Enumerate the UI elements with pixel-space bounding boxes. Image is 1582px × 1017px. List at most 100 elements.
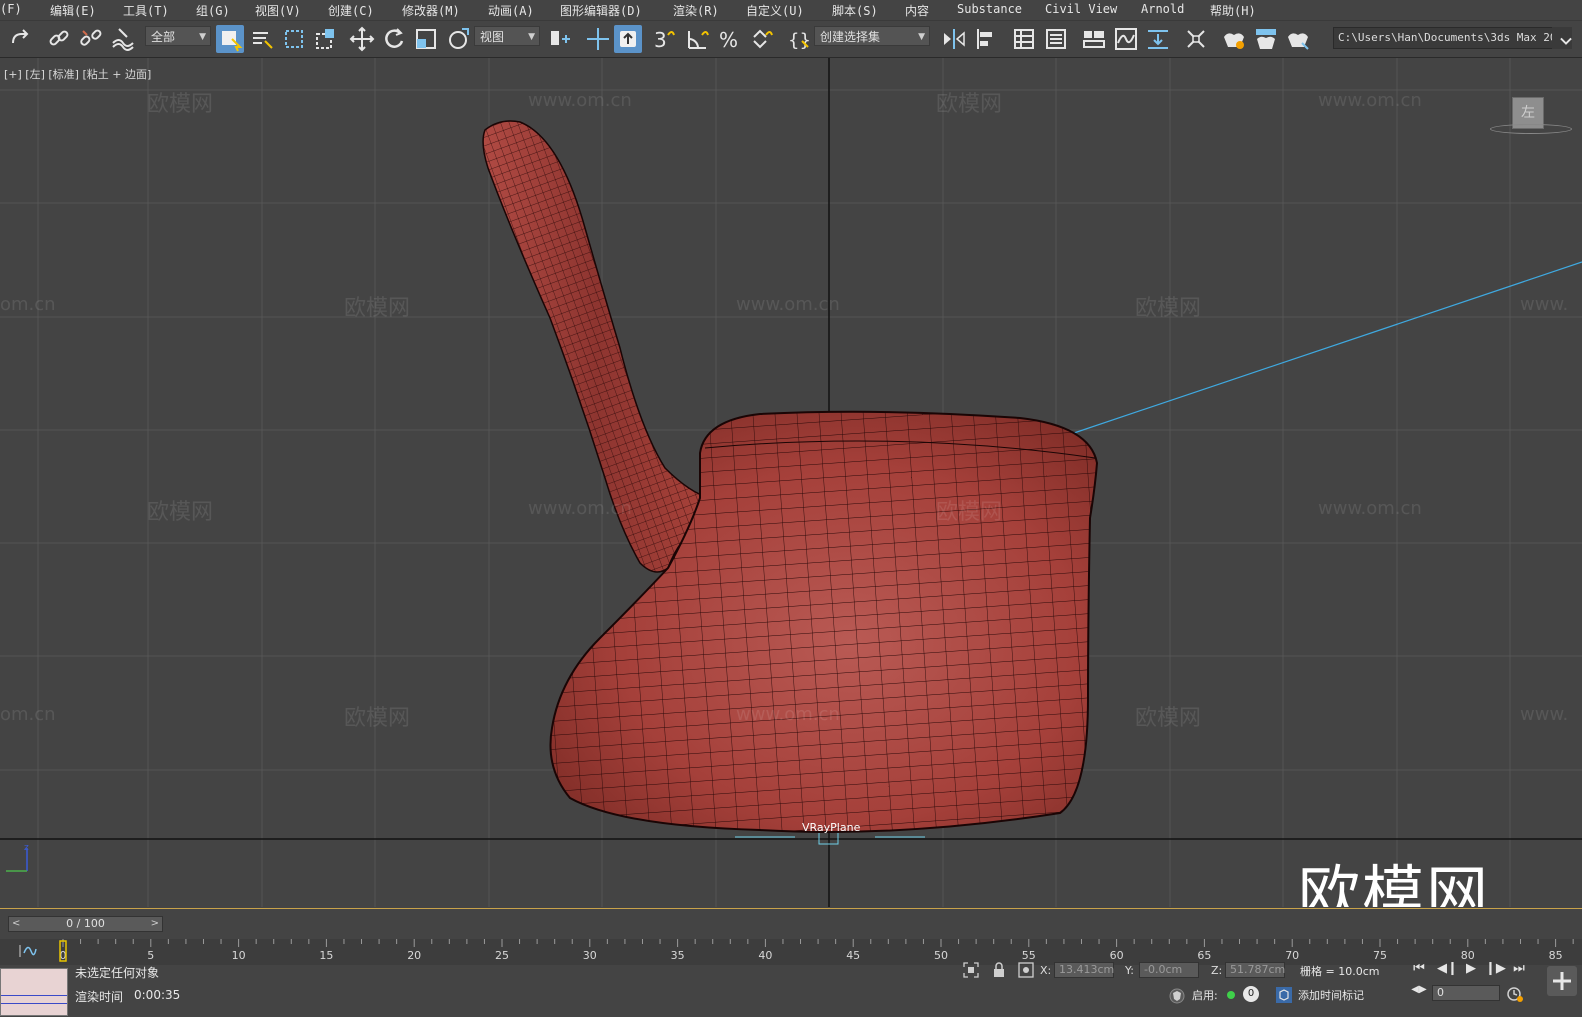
previous-frame-icon[interactable]: ◀❙ [1437, 961, 1458, 979]
time-config-icon[interactable] [1506, 985, 1524, 1003]
mini-curve-icon[interactable] [19, 945, 37, 957]
angle-snap-icon[interactable] [684, 25, 712, 53]
watermark-url: om.cn [0, 704, 56, 725]
viewport-left[interactable]: z [+] [左] [标准] [粘土 + 边面] 欧模网 www.om.cn 欧… [0, 58, 1582, 907]
viewcube-compass-ring[interactable] [1490, 124, 1572, 134]
chevron-down-icon[interactable] [1552, 27, 1572, 49]
layer-explorer-icon[interactable] [1042, 25, 1070, 53]
go-to-start-icon[interactable]: ⏮ [1410, 961, 1428, 979]
mirror-icon[interactable] [940, 25, 968, 53]
menu-modifiers[interactable]: 修改器(M) [402, 2, 460, 19]
toggle-ribbon-icon[interactable] [1080, 25, 1108, 53]
frame-nav-arrows-icon[interactable]: ◀▶ [1410, 984, 1428, 1002]
rectangular-selection-icon[interactable] [280, 25, 308, 53]
watermark-url: www. [1520, 294, 1569, 315]
align-icon[interactable] [972, 25, 1000, 53]
track-tick-label: 20 [407, 949, 421, 962]
select-manipulate-icon[interactable] [584, 25, 612, 53]
menu-bar: (F) 编辑(E) 工具(T) 组(G) 视图(V) 创建(C) 修改器(M) … [0, 0, 1582, 21]
time-tag-icon[interactable] [1275, 986, 1293, 1004]
track-tick-label: 50 [934, 949, 948, 962]
add-time-tag[interactable]: 添加时间标记 [1298, 987, 1364, 1003]
scale-icon[interactable] [412, 25, 440, 53]
window-crossing-icon[interactable] [312, 25, 340, 53]
svg-text:%: % [719, 28, 738, 52]
rotate-icon[interactable] [380, 25, 408, 53]
select-by-name-icon[interactable] [248, 25, 276, 53]
maxscript-listener-mini[interactable] [0, 968, 68, 1016]
lock-icon[interactable] [990, 961, 1008, 979]
ref-coord-dropdown[interactable]: 视图 ▼ [474, 26, 540, 46]
schematic-view-icon[interactable] [1144, 25, 1172, 53]
isolate-selection-icon[interactable] [962, 961, 980, 979]
menu-substance[interactable]: Substance [957, 2, 1022, 16]
snaps-toggle-icon[interactable]: 3 [650, 25, 678, 53]
absolute-mode-icon[interactable] [1017, 961, 1035, 979]
pivot-center-icon[interactable] [546, 25, 574, 53]
z-coordinate-field[interactable]: 51.787cm [1225, 962, 1285, 978]
viewport-label[interactable]: [+] [左] [标准] [粘土 + 边面] [4, 66, 151, 82]
track-bar[interactable]: 0 5 10 15 20 25 30 35 40 45 50 55 60 65 70 75 80 85 [0, 939, 1582, 965]
menu-edit[interactable]: 编辑(E) [50, 2, 96, 19]
y-coordinate-field[interactable]: -0.0cm [1139, 962, 1199, 978]
menu-views[interactable]: 视图(V) [255, 2, 301, 19]
watermark-cn: 欧模网 [936, 500, 1003, 525]
scene-explorer-icon[interactable] [1010, 25, 1038, 53]
track-tick-label: 60 [1110, 949, 1124, 962]
link-icon[interactable] [45, 25, 73, 53]
chevron-down-icon: ▼ [528, 32, 535, 42]
status-bar: 未选定任何对象 渲染时间 0:00:35 X: 13.413cm Y: -0.0… [0, 961, 1582, 1017]
named-selection-dropdown[interactable]: 创建选择集 ▼ [814, 26, 930, 46]
svg-text:{}: {} [788, 30, 811, 51]
menu-arnold[interactable]: Arnold [1141, 2, 1184, 16]
listener-line [1, 1003, 67, 1004]
placement-icon[interactable] [444, 25, 472, 53]
curve-editor-icon[interactable] [1112, 25, 1140, 53]
render-production-icon[interactable] [1284, 25, 1312, 53]
track-tick-label: 10 [232, 949, 246, 962]
bind-space-warp-icon[interactable] [109, 25, 137, 53]
menu-animation[interactable]: 动画(A) [488, 2, 534, 19]
watermark-url: www.om.cn [736, 704, 840, 725]
track-tick-label: 15 [319, 949, 333, 962]
menu-civil-view[interactable]: Civil View [1045, 2, 1117, 16]
project-path-field[interactable]: C:\Users\Han\Documents\3ds Max 2022 [1333, 27, 1568, 49]
menu-scripting[interactable]: 脚本(S) [832, 2, 878, 19]
current-frame-field[interactable]: 0 [1432, 985, 1500, 1001]
menu-file[interactable]: (F) [0, 2, 22, 16]
keyboard-shortcut-override-icon[interactable] [614, 25, 642, 53]
material-editor-icon[interactable] [1182, 25, 1210, 53]
menu-help[interactable]: 帮助(H) [1210, 2, 1256, 19]
unlink-icon[interactable] [77, 25, 105, 53]
play-icon[interactable]: ▶ [1462, 961, 1480, 979]
chevron-right-icon[interactable]: > [151, 917, 159, 931]
spinner-snap-icon[interactable] [748, 25, 776, 53]
add-viewport-icon[interactable] [1547, 966, 1577, 996]
logo-watermark: 欧模网 [1298, 858, 1491, 907]
time-slider[interactable]: < 0 / 100 > [0, 908, 1582, 939]
move-icon[interactable] [348, 25, 376, 53]
menu-content[interactable]: 内容 [905, 2, 929, 19]
menu-tools[interactable]: 工具(T) [123, 2, 169, 19]
viewport-scene: z [0, 58, 1582, 907]
chevron-left-icon[interactable]: < [12, 917, 20, 931]
redo-icon[interactable] [5, 25, 33, 53]
shield-icon[interactable] [1168, 987, 1186, 1005]
menu-customize[interactable]: 自定义(U) [746, 2, 804, 19]
go-to-end-icon[interactable]: ⏭ [1510, 961, 1528, 979]
enable-label: 启用: [1192, 989, 1218, 1002]
time-slider-thumb[interactable]: < 0 / 100 > [8, 916, 163, 932]
select-object-icon[interactable] [216, 25, 244, 53]
edit-named-selection-icon[interactable]: {} [786, 25, 814, 53]
x-coordinate-field[interactable]: 13.413cm [1054, 962, 1114, 978]
rendered-frame-window-icon[interactable] [1252, 25, 1280, 53]
selection-filter-dropdown[interactable]: 全部 ▼ [145, 26, 211, 46]
menu-group[interactable]: 组(G) [196, 2, 230, 19]
menu-rendering[interactable]: 渲染(R) [673, 2, 719, 19]
menu-graph-editors[interactable]: 图形编辑器(D) [560, 2, 642, 19]
render-setup-icon[interactable] [1220, 25, 1248, 53]
percent-snap-icon[interactable]: % [716, 25, 744, 53]
enable-count-badge[interactable]: 0 [1243, 986, 1259, 1002]
menu-create[interactable]: 创建(C) [328, 2, 374, 19]
next-frame-icon[interactable]: ❙▶ [1485, 961, 1506, 979]
